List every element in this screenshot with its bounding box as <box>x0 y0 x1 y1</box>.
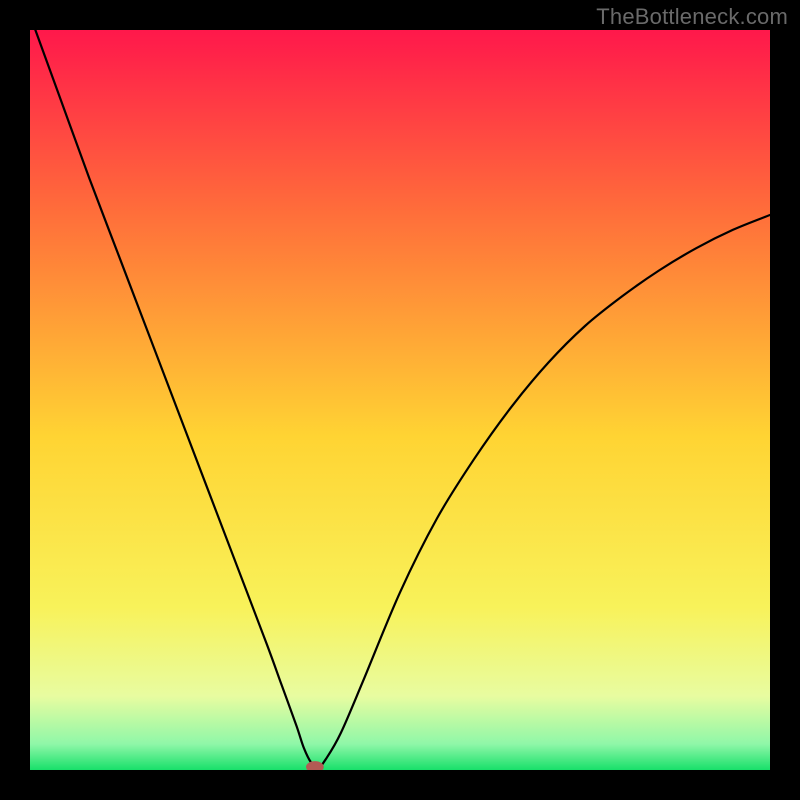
watermark-text: TheBottleneck.com <box>596 4 788 30</box>
chart-svg <box>30 30 770 770</box>
chart-frame: TheBottleneck.com <box>0 0 800 800</box>
plot-area <box>30 30 770 770</box>
gradient-background <box>30 30 770 770</box>
